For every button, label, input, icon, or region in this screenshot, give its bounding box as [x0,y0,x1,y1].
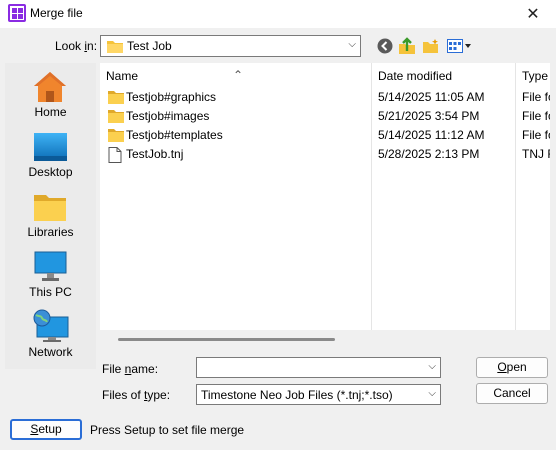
view-menu-icon [447,39,471,53]
setup-hint: Press Setup to set file merge [90,423,245,437]
file-name-label: File name: [102,362,159,376]
place-label: Home [34,105,67,119]
new-folder-button[interactable] [420,36,442,56]
file-row[interactable]: Testjob#graphics 5/14/2025 11:05 AM File… [100,88,550,107]
look-in-value: Test Job [127,39,172,53]
files-of-type-value: Timestone Neo Job Files (*.tnj;*.tso) [201,388,393,402]
back-icon [377,38,393,54]
column-header-date[interactable]: Date modified [378,69,452,83]
place-libraries[interactable]: Libraries [5,187,96,245]
file-name: Testjob#images [126,109,210,123]
look-in-label: Look in: [55,39,98,53]
files-of-type-select[interactable]: Timestone Neo Job Files (*.tnj;*.tso) ⌵ [196,384,441,405]
chevron-down-icon[interactable]: ⌵ [428,388,436,399]
desktop-icon [34,133,67,161]
file-icon [108,147,122,163]
setup-button[interactable]: Setup [10,419,82,440]
chevron-down-icon[interactable]: ⌵ [428,361,436,372]
up-folder-icon [399,37,415,54]
file-date: 5/14/2025 11:12 AM [378,128,485,142]
sort-ascending-icon: ⌃ [233,68,244,82]
folder-icon [107,41,123,53]
place-label: Network [28,345,73,359]
file-row[interactable]: TestJob.tnj 5/28/2025 2:13 PM TNJ Fi [100,145,550,164]
file-name: Testjob#graphics [126,90,217,104]
horizontal-scrollbar[interactable] [100,330,550,348]
open-button[interactable]: Open [476,357,548,378]
new-folder-icon [423,39,438,53]
file-date: 5/14/2025 11:05 AM [378,90,485,104]
file-type: TNJ Fi [522,147,550,161]
file-row[interactable]: Testjob#images 5/21/2025 3:54 PM File fo [100,107,550,126]
place-home[interactable]: Home [5,67,96,125]
window-title: Merge file [30,6,83,20]
close-button[interactable]: ✕ [510,0,556,28]
file-row[interactable]: Testjob#templates 5/14/2025 11:12 AM Fil… [100,126,550,145]
cancel-button[interactable]: Cancel [476,383,548,404]
file-date: 5/28/2025 2:13 PM [378,147,480,161]
place-label: This PC [29,285,72,299]
file-list-header: ⌃ Name Date modified Type [100,63,550,87]
files-of-type-label: Files of type: [102,388,171,402]
column-header-name[interactable]: Name [106,69,138,83]
file-name-input[interactable]: ⌵ [196,357,441,378]
folder-icon [108,110,124,123]
view-menu-button[interactable] [446,36,472,56]
file-type: File fo [522,90,550,104]
title-bar: Merge file ✕ [0,0,556,28]
place-desktop[interactable]: Desktop [5,127,96,185]
folder-icon [108,91,124,104]
file-date: 5/21/2025 3:54 PM [378,109,480,123]
place-this-pc[interactable]: This PC [5,247,96,305]
file-name: Testjob#templates [126,128,223,142]
file-type: File fo [522,128,550,142]
places-bar: Home Desktop Libraries This PC Network [5,63,96,369]
libraries-icon [34,195,66,221]
scrollbar-thumb[interactable] [118,338,335,341]
network-icon [33,309,69,342]
column-header-type[interactable]: Type [522,69,548,83]
back-button[interactable] [374,36,396,56]
computer-icon [34,251,67,281]
file-name: TestJob.tnj [126,147,184,161]
place-network[interactable]: Network [5,307,96,365]
file-type: File fo [522,109,550,123]
up-folder-button[interactable] [396,36,418,56]
home-icon [34,72,66,102]
place-label: Libraries [27,225,74,239]
chevron-down-icon[interactable]: ⌵ [348,39,356,50]
look-in-combo[interactable]: Test Job ⌵ [100,35,361,57]
place-label: Desktop [28,165,73,179]
app-icon [8,4,26,22]
folder-icon [108,129,124,142]
file-list[interactable]: ⌃ Name Date modified Type Testjob#graphi… [100,63,550,330]
